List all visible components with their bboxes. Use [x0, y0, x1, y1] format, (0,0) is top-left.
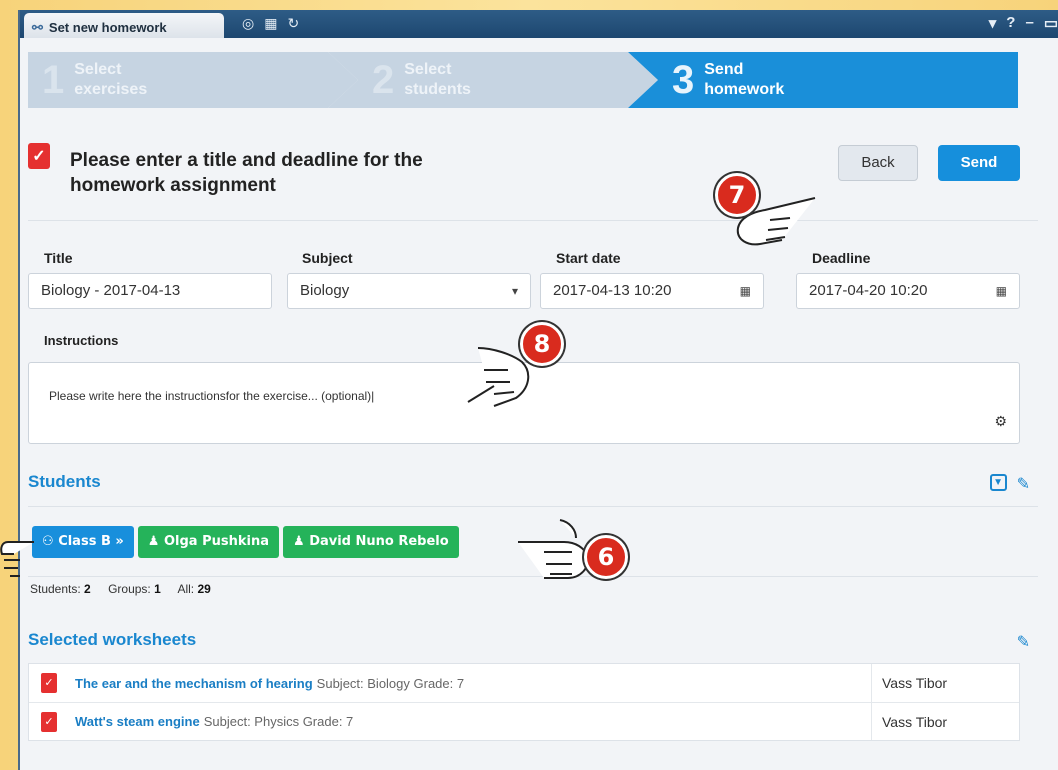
pencil-icon[interactable]: ✎: [1017, 632, 1030, 652]
callout-marker-7: 7: [715, 173, 759, 217]
worksheet-icon: ✓: [41, 673, 57, 693]
wizard-steps: 1 Select exercises 2 Select students 3 Sen…: [28, 52, 1018, 108]
callout-marker-6: 6: [584, 535, 628, 579]
worksheets-actions: ✎: [1017, 632, 1030, 652]
step-label: Select exercises: [74, 61, 148, 98]
worksheet-name[interactable]: The ear and the mechanism of hearing: [75, 676, 313, 691]
divider: [28, 220, 1038, 221]
deadline-value: 2017-04-20 10:20: [809, 282, 928, 299]
step-number: 3: [672, 57, 695, 102]
students-title: Students: [28, 472, 101, 491]
worksheet-author: Vass Tibor: [871, 664, 1019, 702]
back-button[interactable]: Back: [838, 145, 918, 181]
step-label: Send homework: [704, 61, 785, 98]
worksheet-meta: Subject: Physics Grade: 7: [203, 714, 354, 729]
minimize-icon[interactable]: –: [1025, 14, 1033, 32]
title-input[interactable]: Biology - 2017-04-13: [28, 273, 272, 309]
chevron-down-icon: ▾: [511, 284, 518, 298]
students-actions: ▼ ✎: [989, 474, 1030, 494]
dropdown-icon[interactable]: ▾: [989, 14, 997, 32]
divider: [28, 506, 1038, 507]
pencil-icon[interactable]: ✎: [1017, 474, 1030, 494]
step-number: 2: [372, 57, 395, 102]
worksheets-title: Selected worksheets: [28, 630, 197, 649]
subject-value: Biology: [300, 282, 350, 299]
title-label: Title: [44, 250, 73, 266]
subject-select[interactable]: Biology ▾: [287, 273, 531, 309]
collapse-icon[interactable]: ▼: [989, 474, 1007, 491]
callout-marker-8: 8: [520, 322, 564, 366]
student-counts: Students: 2 Groups: 1 All: 29: [30, 582, 211, 596]
tab-set-new-homework[interactable]: ⚯ Set new homework: [24, 13, 224, 38]
pointing-hand-icon: [0, 541, 34, 577]
homework-icon: ✓: [28, 143, 50, 169]
calendar-icon[interactable]: ▦: [996, 274, 1007, 308]
student-chips: ⚇ Class B » ♟ Olga Pushkina ♟ David Nuno…: [32, 526, 459, 558]
send-button[interactable]: Send: [938, 145, 1020, 181]
instructions-label: Instructions: [44, 333, 119, 348]
wizard-step-3[interactable]: 3 Send homework: [628, 52, 1018, 108]
toolbar-tools: ◎ ▦ ↻: [242, 15, 299, 32]
gear-icon[interactable]: ⚙: [994, 413, 1007, 430]
keyboard-icon[interactable]: ▦: [264, 15, 277, 32]
group-chip[interactable]: ⚇ Class B »: [32, 526, 134, 558]
help-icon[interactable]: ?: [1006, 14, 1015, 32]
start-date-input[interactable]: 2017-04-13 10:20 ▦: [540, 273, 764, 309]
step-number: 1: [42, 57, 65, 102]
network-icon: ⚯: [32, 19, 43, 35]
table-row[interactable]: ✓ The ear and the mechanism of hearing S…: [29, 664, 1019, 702]
tab-title: Set new homework: [48, 20, 167, 35]
worksheet-name[interactable]: Watt's steam engine: [75, 714, 200, 729]
worksheet-meta: Subject: Biology Grade: 7: [316, 675, 465, 691]
instructions-text: Please write here the instructionsfor th…: [49, 389, 375, 403]
worksheet-author: Vass Tibor: [871, 703, 1019, 740]
calendar-icon[interactable]: ▦: [740, 274, 751, 308]
start-date-value: 2017-04-13 10:20: [553, 282, 672, 299]
wizard-step-2[interactable]: 2 Select students: [328, 52, 658, 108]
deadline-label: Deadline: [812, 250, 871, 266]
maximize-icon[interactable]: ▭: [1044, 14, 1058, 32]
worksheet-icon: ✓: [41, 711, 57, 732]
step-label: Select students: [404, 61, 471, 98]
subject-label: Subject: [302, 250, 353, 266]
student-chip[interactable]: ♟ Olga Pushkina: [137, 526, 279, 558]
globe-icon[interactable]: ◎: [242, 15, 254, 32]
title-bar: ⚯ Set new homework ◎ ▦ ↻ ▾ ? – ▭: [20, 10, 1058, 38]
worksheets-table: ✓ The ear and the mechanism of hearing S…: [28, 663, 1020, 741]
student-chip[interactable]: ♟ David Nuno Rebelo: [283, 526, 459, 558]
table-row[interactable]: ✓ Watt's steam engine Subject: Physics G…: [29, 702, 1019, 740]
wizard-step-1[interactable]: 1 Select exercises: [28, 52, 358, 108]
page-title: Please enter a title and deadline for th…: [70, 150, 423, 196]
window-controls: ▾ ? – ▭: [989, 14, 1058, 32]
deadline-input[interactable]: 2017-04-20 10:20 ▦: [796, 273, 1020, 309]
refresh-icon[interactable]: ↻: [287, 15, 299, 32]
start-date-label: Start date: [556, 250, 621, 266]
